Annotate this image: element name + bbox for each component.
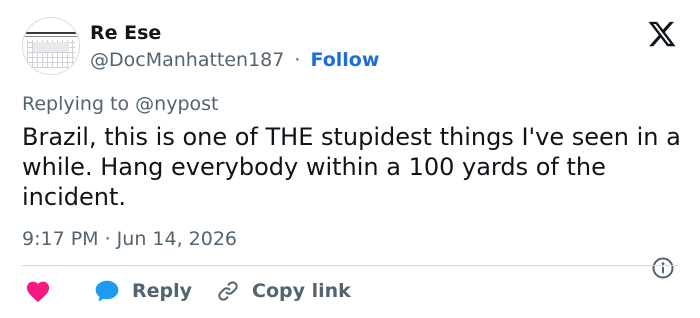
- follow-button[interactable]: Follow: [311, 49, 380, 71]
- speech-bubble-icon: [95, 280, 119, 302]
- author-handle-row: @DocManhatten187 · Follow: [90, 47, 379, 73]
- reply-label: Reply: [132, 280, 193, 302]
- author-handle[interactable]: @DocManhatten187: [90, 49, 284, 71]
- avatar-band: [33, 42, 69, 52]
- info-icon[interactable]: [651, 256, 675, 280]
- tweet-text: Brazil, this is one of THE stupidest thi…: [22, 123, 681, 211]
- copy-link-button[interactable]: Copy link: [216, 277, 351, 305]
- heart-icon: [26, 281, 50, 303]
- like-button[interactable]: [25, 277, 51, 305]
- timestamp[interactable]: 9:17 PM · Jun 14, 2026: [22, 226, 237, 252]
- avatar-stripe: [23, 36, 79, 37]
- reply-button[interactable]: Reply: [94, 277, 192, 305]
- avatar-stripe: [23, 32, 79, 34]
- tweet-card: Re Ese @DocManhatten187 · Follow Replyin…: [0, 0, 700, 318]
- avatar[interactable]: [22, 17, 80, 75]
- separator-dot: ·: [294, 49, 301, 71]
- reply-context[interactable]: Replying to @nypost: [22, 91, 218, 117]
- x-logo-icon[interactable]: [646, 19, 678, 49]
- link-icon: [218, 281, 238, 301]
- copy-link-label: Copy link: [252, 280, 351, 302]
- divider: [22, 265, 678, 266]
- author-name[interactable]: Re Ese: [90, 20, 161, 46]
